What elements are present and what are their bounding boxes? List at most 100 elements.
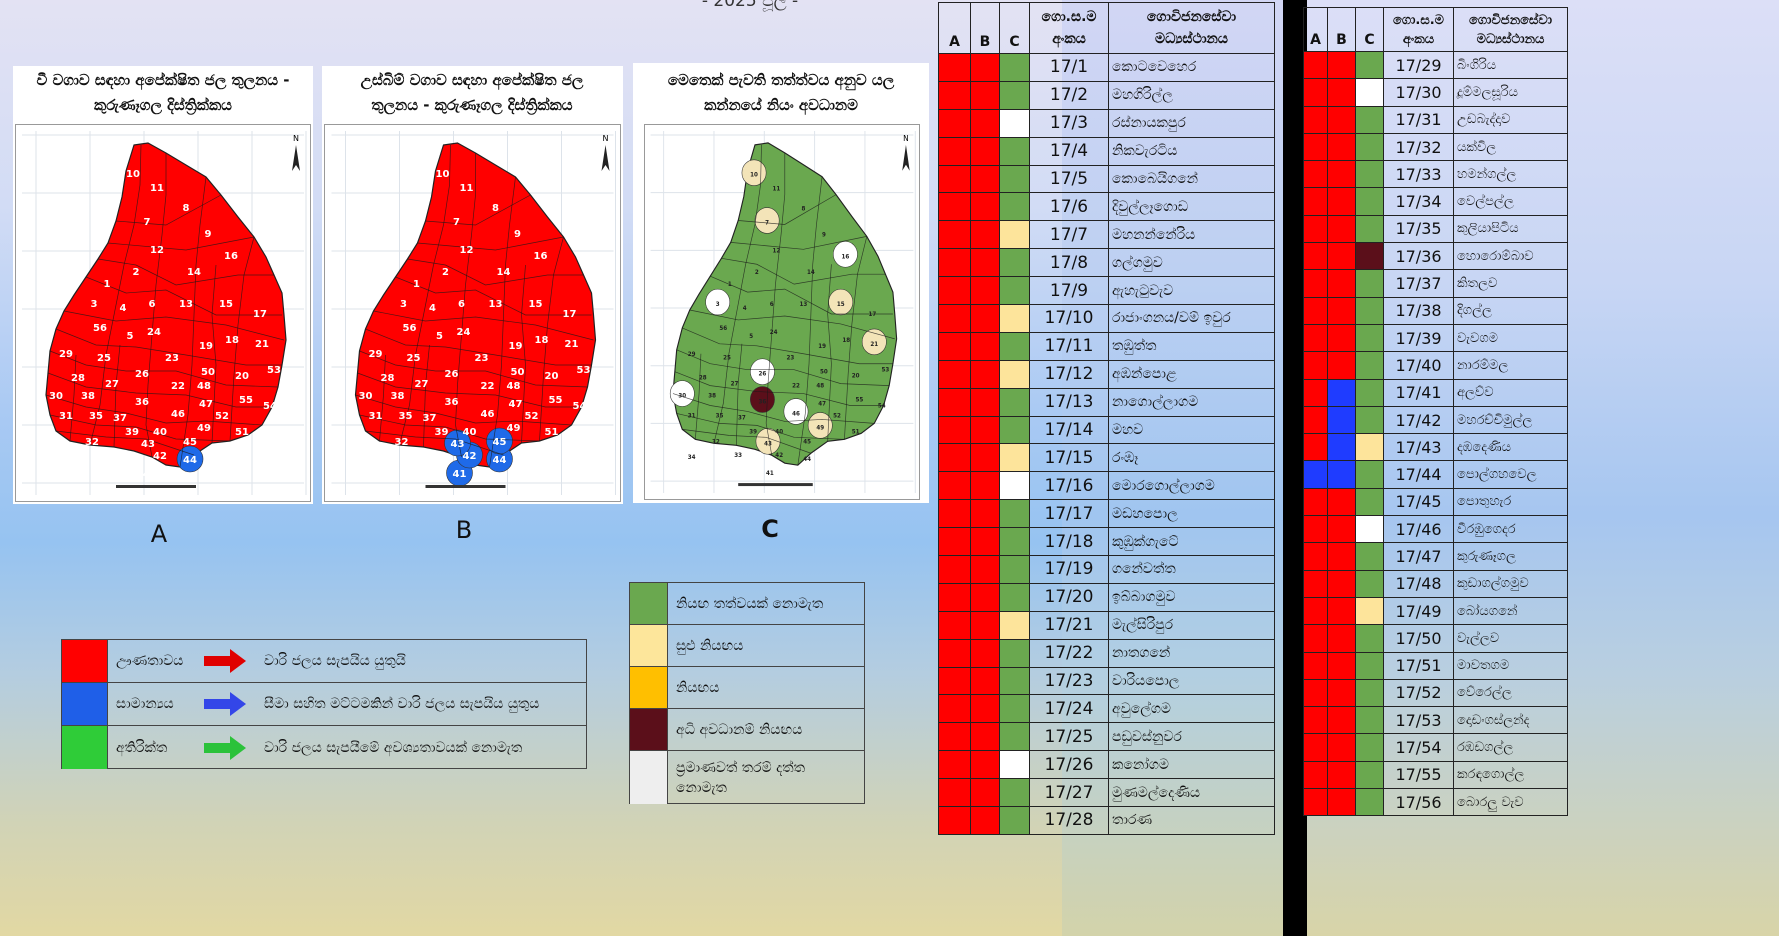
zone-label: 4	[120, 303, 127, 314]
status-cell-c	[999, 220, 1030, 250]
zone-label: 56	[93, 323, 107, 334]
zone-label: 31	[688, 413, 696, 419]
map-a-letter: A	[150, 520, 168, 548]
status-cell-a	[938, 220, 971, 250]
table-row: 17/1 කොටවෙහෙර	[938, 53, 1275, 82]
station-code: 17/18	[1029, 527, 1109, 557]
zone-label: 43	[451, 439, 465, 450]
zone-label: 40	[775, 429, 783, 435]
table-row: 17/52 වේරෙල්ල	[1303, 678, 1568, 708]
zone-label: 22	[792, 383, 800, 389]
station-name: මහරච්චිමුල්ල	[1453, 405, 1568, 435]
zone-label: 6	[458, 299, 465, 310]
status-cell-c	[999, 415, 1030, 445]
map-c-svg: 101187912162 141346 13 15175652418212925 231…	[650, 130, 916, 494]
zone-label: 2	[755, 270, 759, 276]
zone-label: 8	[801, 206, 805, 212]
status-cell-b	[970, 53, 1000, 82]
station-code: 17/14	[1029, 415, 1109, 445]
status-cell-b	[1327, 651, 1356, 680]
status-cell-b	[970, 331, 1000, 361]
status-cell-b	[970, 582, 1000, 612]
station-name: මඩහපොල	[1108, 499, 1275, 529]
station-name: අලව්ව	[1453, 378, 1568, 407]
table-row: 17/50 වැල්ලව	[1303, 624, 1568, 653]
station-name: දූම්මලසූරිය	[1453, 78, 1568, 107]
map-b-frame: 10 11 8 7 9 12 16 2 14 1 3 4 6 13 15 17 56 5 24 18 21 29 25 23 1…	[324, 124, 621, 502]
table-row: 17/39 වැවගම	[1303, 323, 1568, 353]
status-cell-b	[1327, 760, 1356, 790]
scale-bar	[738, 483, 813, 487]
zone-label: 33	[109, 451, 123, 462]
status-cell-c	[1355, 706, 1384, 735]
status-cell-c	[1355, 433, 1384, 462]
zone-label: 35	[716, 413, 724, 419]
zone-label: 28	[381, 373, 395, 384]
status-cell-c	[1355, 678, 1384, 708]
status-cell-a	[1303, 378, 1328, 407]
zone-label: 1	[104, 279, 111, 290]
zone-label: 26	[445, 369, 459, 380]
zone-label: 15	[837, 302, 845, 308]
zone-label: 24	[147, 327, 161, 338]
status-cell-b	[970, 192, 1000, 222]
zone-label: 10	[436, 169, 450, 180]
status-cell-c	[1355, 515, 1384, 544]
arrow-right-icon	[204, 692, 246, 716]
zone-label: 10	[750, 173, 758, 179]
station-code: 17/10	[1029, 304, 1109, 333]
status-cell-a	[1303, 651, 1328, 680]
status-cell-c	[999, 582, 1030, 612]
status-cell-c	[1355, 651, 1384, 680]
status-cell-b	[970, 555, 1000, 584]
station-code: 17/23	[1029, 666, 1109, 696]
map-card-b: උස්බිම් වගාව සඳහා අපේක්ෂිත ජල තුලනය - කු…	[322, 66, 623, 504]
status-cell-c	[999, 527, 1030, 557]
zone-label: 56	[403, 323, 417, 334]
status-cell-c	[1355, 624, 1384, 653]
legend-desc: නියඟ තත්වයක් නොමැත	[676, 595, 824, 612]
status-cell-c	[1355, 296, 1384, 325]
zone-label: 34	[688, 455, 696, 461]
table-row: 17/28 තාරණ	[938, 806, 1275, 835]
map-a-svg: 101187912162 1413 4 6 13 1517565 2418 2129 25 231…	[22, 131, 307, 495]
status-cell-b	[970, 359, 1000, 389]
status-cell-c	[1355, 160, 1384, 189]
drought-legend: නියඟ තත්වයක් නොමැත සුළු නියඟය නියඟය අධි …	[629, 582, 865, 804]
zone-label: 31	[369, 411, 383, 422]
table-header-row: A B C ගො.ස.ම අංකය ගොවිජනසේවා මධ්‍යස්ථානය	[1303, 7, 1568, 52]
station-name: රංඹෑ	[1108, 443, 1275, 473]
status-cell-b	[970, 415, 1000, 445]
col-header-c: C	[999, 2, 1030, 54]
zone-label: 39	[435, 427, 449, 438]
station-code: 17/20	[1029, 582, 1109, 612]
status-cell-a	[1303, 405, 1328, 435]
map-a-title: වී වගාව සඳහා අපේක්ෂිත ජල තුලනය - කුරුණෑග…	[36, 71, 290, 114]
status-cell-c	[1355, 378, 1384, 407]
table-row: 17/21 මැල්සිරිපුර	[938, 610, 1275, 640]
station-code: 17/37	[1383, 269, 1454, 298]
table-row: 17/20 ඉබ්බාගමුව	[938, 582, 1275, 612]
zone-label: 15	[529, 299, 543, 310]
table-row: 17/22 නාතගනේ	[938, 638, 1275, 668]
status-cell-b	[1327, 405, 1356, 435]
station-name: දිගල්ල	[1453, 296, 1568, 325]
station-name: වැල්ලව	[1453, 624, 1568, 653]
zone-label: 47	[818, 401, 826, 407]
table-row: 17/10 රාජාංගනය/වම් ඉවුර	[938, 304, 1275, 333]
table-row: 17/43 දඹදෙණිය	[1303, 433, 1568, 462]
table-row: 17/2 මහගිරිල්ල	[938, 80, 1275, 110]
station-code: 17/51	[1383, 651, 1454, 680]
col-header-name: ගොවිජනසේවා මධ්‍යස්ථානය	[1453, 7, 1568, 52]
svg-text:N: N	[293, 134, 299, 143]
legend-swatch	[630, 709, 668, 750]
station-code: 17/44	[1383, 460, 1454, 489]
zone-label: 53	[882, 368, 890, 374]
zone-label: 35	[89, 411, 103, 422]
col-header-a: A	[1303, 7, 1328, 52]
table-row: 17/6 දිවුල්ලෑගොඩ	[938, 192, 1275, 222]
zone-label: 52	[833, 413, 841, 419]
status-cell-a	[938, 80, 971, 110]
table-row: 17/33 හමන්ගල්ල	[1303, 160, 1568, 189]
zone-label: 38	[391, 391, 405, 402]
